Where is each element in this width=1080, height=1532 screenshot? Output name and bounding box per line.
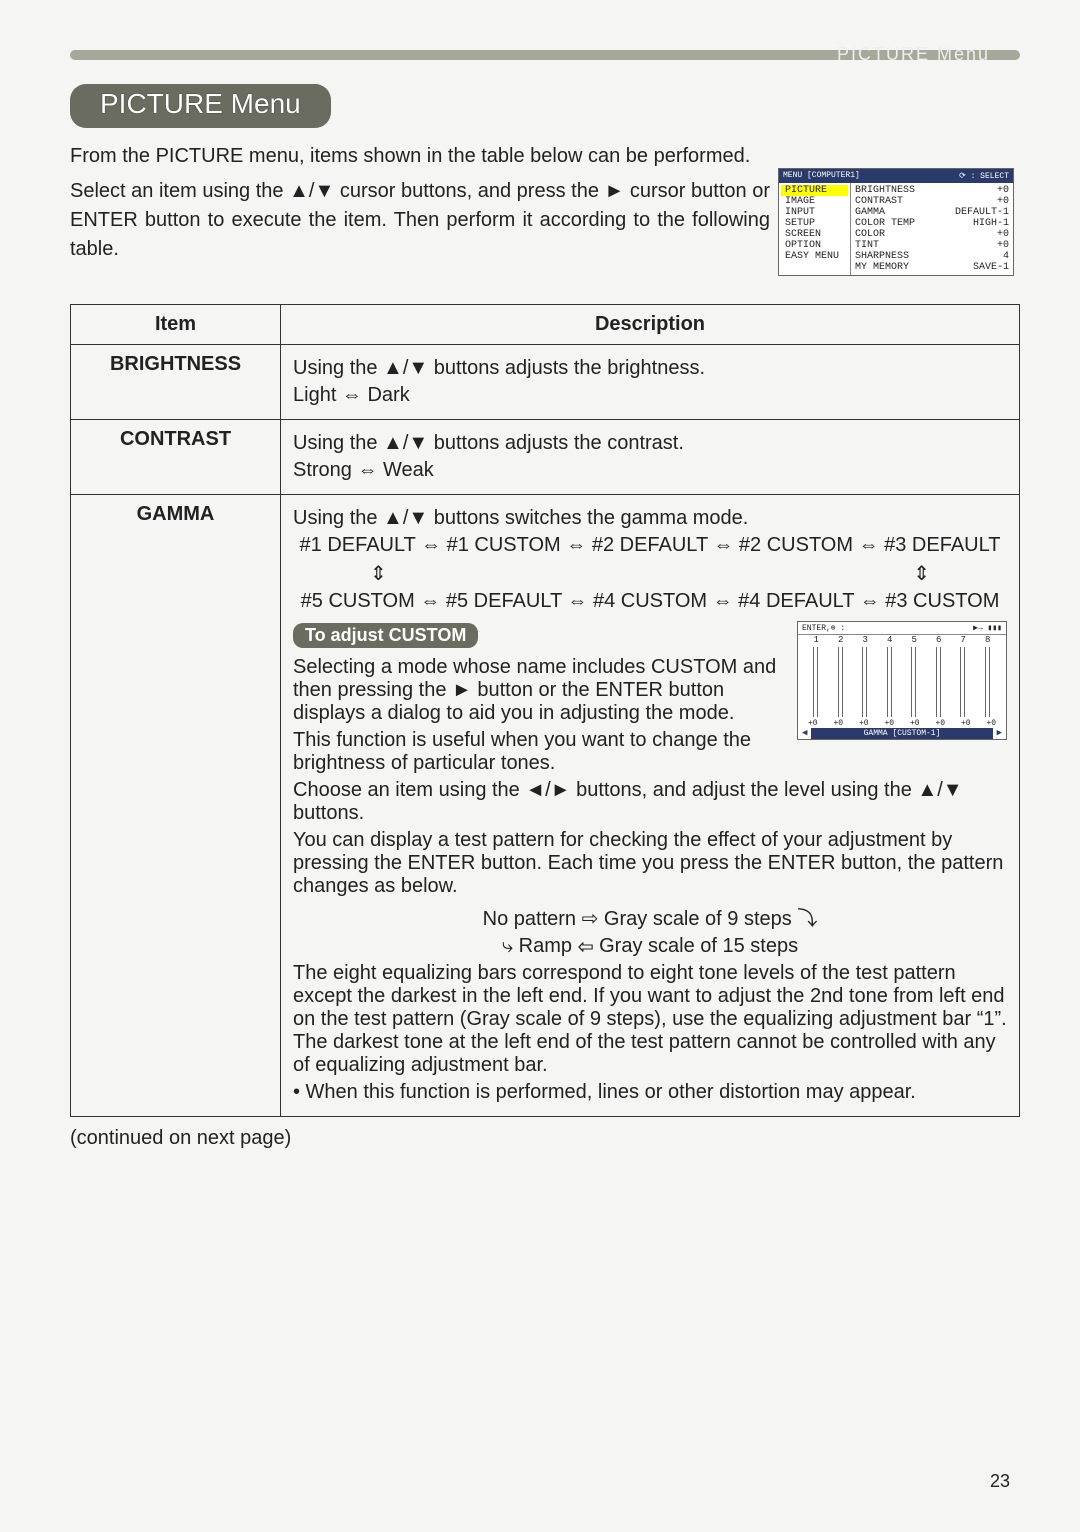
osd-label: COLOR bbox=[855, 229, 915, 240]
osd-item-easy-menu: EASY MENU bbox=[781, 251, 848, 262]
osd-screenshot: MENU [COMPUTER1] ⟳ : SELECT PICTURE IMAG… bbox=[778, 168, 1014, 276]
row-gamma-item: GAMMA bbox=[71, 495, 281, 1117]
osd-item-picture: PICTURE bbox=[781, 185, 848, 196]
intro-p2: Select an item using the ▲/▼ cursor butt… bbox=[70, 177, 770, 264]
gn: 7 bbox=[961, 635, 966, 645]
osd-item-screen: SCREEN bbox=[781, 229, 848, 240]
gamma-switch-line: Using the ▲/▼ buttons switches the gamma… bbox=[293, 507, 1007, 530]
gn: 4 bbox=[887, 635, 892, 645]
gv: +0 bbox=[859, 719, 869, 728]
gv: +0 bbox=[884, 719, 894, 728]
top-rule: PICTURE Menu bbox=[70, 50, 1020, 60]
row-brightness-desc: Using the ▲/▼ buttons adjusts the bright… bbox=[281, 345, 1020, 420]
gn: 2 bbox=[838, 635, 843, 645]
gamma-dialog-hdr-left: ENTER,⊕ : bbox=[802, 623, 845, 633]
row-gamma-desc: Using the ▲/▼ buttons switches the gamma… bbox=[281, 495, 1020, 1117]
breadcrumb: PICTURE Menu bbox=[827, 40, 1000, 69]
custom-p3: Choose an item using the ◄/► buttons, an… bbox=[293, 779, 1007, 825]
row-contrast-desc: Using the ▲/▼ buttons adjusts the contra… bbox=[281, 420, 1020, 495]
gamma-arrows: ⇕⇕ bbox=[370, 561, 930, 586]
osd-right-values: BRIGHTNESS CONTRAST GAMMA COLOR TEMP COL… bbox=[851, 183, 1013, 275]
pattern-line2: ⤷ Ramp ⇦ Gray scale of 15 steps bbox=[293, 935, 1007, 958]
pattern-line1: No pattern ⇨ Gray scale of 9 steps ⤵ bbox=[293, 902, 1007, 931]
custom-p4: You can display a test pattern for check… bbox=[293, 829, 1007, 898]
osd-value: +0 bbox=[955, 240, 1009, 251]
gv: +0 bbox=[935, 719, 945, 728]
th-item: Item bbox=[71, 305, 281, 345]
intro-p1: From the PICTURE menu, items shown in th… bbox=[70, 142, 770, 171]
gamma-dialog-hdr-right: ▶→ ▮▮▮ bbox=[973, 623, 1002, 633]
custom-p5: The eight equalizing bars correspond to … bbox=[293, 962, 1007, 1077]
custom-p6: • When this function is performed, lines… bbox=[293, 1081, 1007, 1104]
osd-item-option: OPTION bbox=[781, 240, 848, 251]
gn: 8 bbox=[985, 635, 990, 645]
contrast-line1: Using the ▲/▼ buttons adjusts the contra… bbox=[293, 432, 1007, 455]
osd-label: MY MEMORY bbox=[855, 262, 915, 273]
osd-label: BRIGHTNESS bbox=[855, 185, 915, 196]
osd-left-menu: PICTURE IMAGE INPUT SETUP SCREEN OPTION … bbox=[779, 183, 851, 275]
description-table: Item Description BRIGHTNESS Using the ▲/… bbox=[70, 304, 1020, 1117]
osd-value: +0 bbox=[955, 229, 1009, 240]
page-number: 23 bbox=[990, 1471, 1010, 1492]
row-contrast-item: CONTRAST bbox=[71, 420, 281, 495]
osd-value: SAVE-1 bbox=[955, 262, 1009, 273]
gn: 1 bbox=[814, 635, 819, 645]
osd-label: COLOR TEMP bbox=[855, 218, 915, 229]
gamma-dialog-screenshot: ENTER,⊕ : ▶→ ▮▮▮ 1 2 3 4 5 6 7 8 bbox=[797, 621, 1007, 740]
osd-label: CONTRAST bbox=[855, 196, 915, 207]
gamma-left-arrow: ◀ bbox=[802, 728, 807, 739]
gv: +0 bbox=[808, 719, 818, 728]
brightness-line1: Using the ▲/▼ buttons adjusts the bright… bbox=[293, 357, 1007, 380]
osd-value: +0 bbox=[955, 196, 1009, 207]
osd-value: HIGH-1 bbox=[955, 218, 1009, 229]
gamma-right-arrow: ▶ bbox=[997, 728, 1002, 739]
osd-item-input: INPUT bbox=[781, 207, 848, 218]
osd-header-left: MENU [COMPUTER1] bbox=[783, 171, 860, 181]
row-brightness-item: BRIGHTNESS bbox=[71, 345, 281, 420]
gn: 5 bbox=[912, 635, 917, 645]
osd-value: 4 bbox=[955, 251, 1009, 262]
gamma-seq1: #1 DEFAULT ⇔ #1 CUSTOM ⇔ #2 DEFAULT ⇔ #2… bbox=[293, 534, 1007, 557]
gamma-footer: GAMMA [CUSTOM-1] bbox=[811, 728, 992, 739]
th-desc: Description bbox=[281, 305, 1020, 345]
osd-header: MENU [COMPUTER1] ⟳ : SELECT bbox=[779, 169, 1013, 183]
intro-block: From the PICTURE menu, items shown in th… bbox=[70, 142, 770, 264]
custom-subheading: To adjust CUSTOM bbox=[293, 623, 478, 648]
section-title-pill: PICTURE Menu bbox=[70, 84, 331, 128]
osd-label: GAMMA bbox=[855, 207, 915, 218]
osd-label: TINT bbox=[855, 240, 915, 251]
gv: +0 bbox=[961, 719, 971, 728]
osd-item-setup: SETUP bbox=[781, 218, 848, 229]
continued-note: (continued on next page) bbox=[70, 1127, 1020, 1150]
osd-item-image: IMAGE bbox=[781, 196, 848, 207]
gv: +0 bbox=[910, 719, 920, 728]
contrast-line2: Strong ⇔ Weak bbox=[293, 459, 1007, 482]
osd-header-right: ⟳ : SELECT bbox=[959, 171, 1009, 181]
brightness-line2: Light ⇔ Dark bbox=[293, 384, 1007, 407]
osd-value: DEFAULT-1 bbox=[955, 207, 1009, 218]
osd-label: SHARPNESS bbox=[855, 251, 915, 262]
gv: +0 bbox=[833, 719, 843, 728]
gamma-seq2: #5 CUSTOM ⇔ #5 DEFAULT ⇔ #4 CUSTOM ⇔ #4 … bbox=[293, 590, 1007, 613]
gv: +0 bbox=[986, 719, 996, 728]
osd-value: +0 bbox=[955, 185, 1009, 196]
gn: 6 bbox=[936, 635, 941, 645]
gn: 3 bbox=[863, 635, 868, 645]
